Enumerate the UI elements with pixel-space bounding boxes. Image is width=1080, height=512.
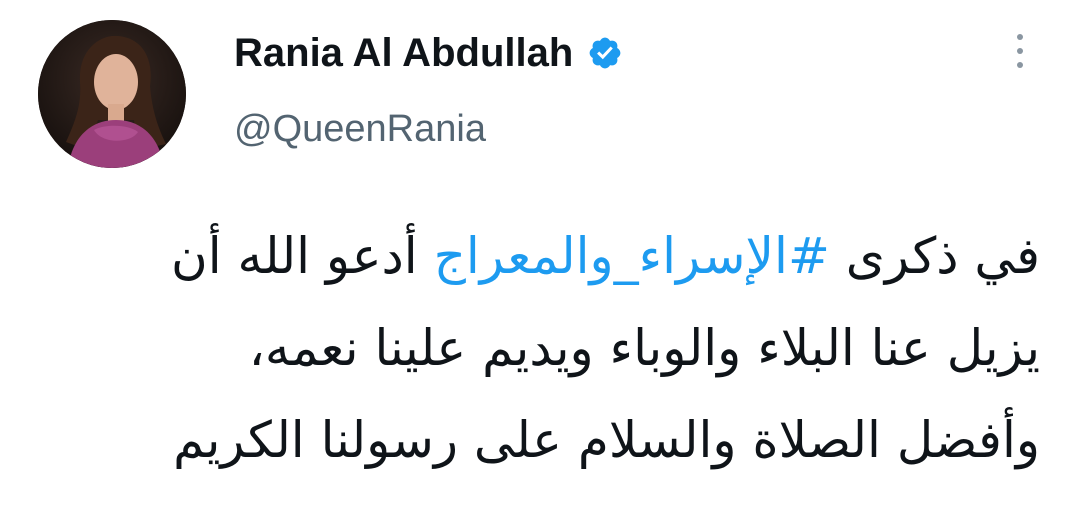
tweet-text: في ذكرى #الإسراء_والمعراج أدعو الله أن ي…: [40, 210, 1040, 486]
hashtag-link[interactable]: #الإسراء_والمعراج: [434, 227, 830, 285]
more-dot: [1017, 34, 1023, 40]
verified-badge-icon: [589, 37, 621, 69]
tweet-card: Rania Al Abdullah @QueenRania في ذكرى #ا…: [0, 0, 1080, 512]
display-name[interactable]: Rania Al Abdullah: [234, 31, 573, 76]
user-handle[interactable]: @QueenRania: [234, 108, 486, 151]
author-name-row: Rania Al Abdullah: [234, 28, 623, 78]
tweet-line-2: يزيل عنا البلاء والوباء ويديم علينا نعمه…: [248, 319, 1040, 377]
tweet-line-1: في ذكرى #الإسراء_والمعراج أدعو الله أن: [40, 210, 1040, 302]
tweet-text-segment: أدعو الله أن: [170, 227, 434, 285]
more-dot: [1017, 62, 1023, 68]
more-options-icon[interactable]: [1008, 34, 1032, 76]
tweet-line-3: وأفضل الصلاة والسلام على رسولنا الكريم: [173, 411, 1040, 469]
avatar[interactable]: [38, 20, 186, 168]
avatar-photo: [38, 20, 186, 168]
tweet-text-segment: في ذكرى: [829, 227, 1040, 285]
more-dot: [1017, 48, 1023, 54]
